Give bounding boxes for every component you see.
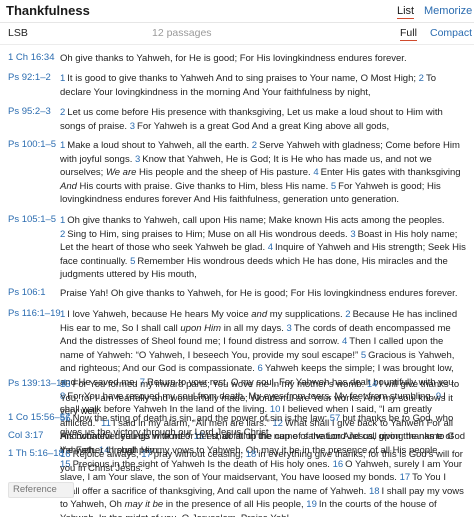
verse-text: in all my days. xyxy=(221,322,287,334)
verse-text: Praise Yah! Oh give thanks to Yahweh, fo… xyxy=(60,288,458,299)
verse-number: 5 xyxy=(360,349,367,361)
verse-number: 4 xyxy=(342,336,348,348)
passage-reference-link[interactable]: Ps 116:1–19 xyxy=(8,308,61,319)
passage-reference-link[interactable]: Ps 105:1–5 xyxy=(8,214,56,225)
verse-number: 14 xyxy=(366,379,378,390)
verse-text: my supplications. xyxy=(267,309,346,320)
italic-text: We are xyxy=(105,167,137,179)
passage-text: 1 It is good to give thanks to Yahweh And… xyxy=(60,72,466,99)
verse-number: 18 xyxy=(245,449,257,460)
version-selector[interactable]: LSB xyxy=(8,27,28,39)
verse-text: It is good to give thanks to Yahweh And … xyxy=(67,73,419,84)
passage-text: Praise Yah! Oh give thanks to Yahweh, fo… xyxy=(60,287,466,301)
verse-number: 18 xyxy=(368,485,380,497)
verse-number: 19 xyxy=(306,499,317,511)
passage-count: 12 passages xyxy=(152,27,212,39)
verse-text: Now the sting of death is sin, and the p… xyxy=(72,413,330,424)
verse-text: His courts with praise. Give thanks to H… xyxy=(76,180,331,192)
reference-input[interactable] xyxy=(8,482,74,498)
verse-number: 1 xyxy=(60,73,66,84)
verse-number: 1 xyxy=(60,309,66,320)
verse-number: 16 xyxy=(60,449,71,460)
view-compact-tab[interactable]: Compact xyxy=(430,27,472,39)
verse-text: For Yahweh is a great God And a great Ki… xyxy=(137,120,390,132)
verse-number: 5 xyxy=(130,255,136,267)
verse-text: Enter His gates with thanksgiving xyxy=(320,167,461,179)
verse-number: 3 xyxy=(286,322,292,334)
passage-text: 16 Rejoice always; 17 pray without ceasing… xyxy=(60,448,466,475)
tab-memorize[interactable]: Memorize xyxy=(424,5,472,17)
verse-number: 4 xyxy=(267,242,274,254)
verse-number: 3 xyxy=(350,228,356,240)
verse-number: 2 xyxy=(418,73,424,84)
verse-number: 2 xyxy=(345,309,351,320)
verse-number: 1 xyxy=(60,140,66,151)
verse-number: 56 xyxy=(60,413,71,424)
passage-list: 1 Ch 16:34 Oh give thanks to Yahweh, for … xyxy=(0,44,474,517)
tab-list[interactable]: List xyxy=(397,5,415,19)
italic-text: may it be xyxy=(124,499,164,511)
passage-reference-link[interactable]: Ps 139:13–14 xyxy=(8,378,67,389)
verse-text: Oh give thanks to Yahweh, for He is good… xyxy=(60,53,407,64)
verse-text: Sing to Him, sing praises to Him; Muse o… xyxy=(67,228,351,240)
passage-text: 2 Let us come before His presence with th… xyxy=(60,106,466,133)
passage-reference-link[interactable]: Ps 92:1–2 xyxy=(8,72,51,83)
verse-text: Rejoice always; xyxy=(72,449,142,460)
verse-text: Oh give thanks to Yahweh, call upon His … xyxy=(67,215,445,226)
verse-number: 2 xyxy=(60,107,66,118)
verse-number: 4 xyxy=(313,167,319,179)
verse-text: pray without ceasing; xyxy=(153,449,246,460)
passage-reference-link[interactable]: 1 Th 5:16–18 xyxy=(8,448,64,459)
italic-text: And xyxy=(60,180,77,192)
verse-number: 6 xyxy=(257,363,263,375)
verse-text: in the presence of all His people, xyxy=(163,499,307,511)
passage-reference-link[interactable]: Col 3:17 xyxy=(8,430,43,441)
passage-reference-link[interactable]: Ps 106:1 xyxy=(8,287,46,298)
passage-text: 1 Make a loud shout to Yahweh, all the ea… xyxy=(60,139,466,207)
verse-text: His people and the sheep of His pasture. xyxy=(136,167,314,179)
passage-reference-link[interactable]: 1 Ch 16:34 xyxy=(8,52,54,63)
verse-number: 57 xyxy=(329,413,341,424)
view-full-tab[interactable]: Full xyxy=(400,27,417,41)
passage-reference-link[interactable]: Ps 100:1–5 xyxy=(8,139,56,150)
passage-text: 1 Oh give thanks to Yahweh, call upon His… xyxy=(60,214,466,282)
verse-number: 5 xyxy=(330,180,337,192)
verse-text: Make a loud shout to Yahweh, all the ear… xyxy=(67,140,252,151)
passage-text: Oh give thanks to Yahweh, for He is good… xyxy=(60,52,466,66)
verse-text: For You formed my inward parts; You wove… xyxy=(72,379,367,390)
italic-text: upon Him xyxy=(180,322,222,334)
verse-number: 1 xyxy=(60,215,66,226)
title-bar: Thankfulness List Memorize xyxy=(0,0,474,23)
verse-number: 13 xyxy=(60,379,71,390)
passage-reference-link[interactable]: Ps 95:2–3 xyxy=(8,106,51,117)
verse-text: I love Yahweh, because He hears My voice xyxy=(67,309,252,320)
verse-number: 3 xyxy=(129,120,136,132)
app-title: Thankfulness xyxy=(6,3,90,18)
verse-number: 3 xyxy=(134,153,141,165)
verse-number: 17 xyxy=(141,449,152,460)
verse-number: 2 xyxy=(251,140,258,151)
italic-text: and xyxy=(251,309,268,320)
verse-number: 2 xyxy=(60,228,66,240)
toolbar: LSB 12 passages Full Compact xyxy=(0,23,474,45)
